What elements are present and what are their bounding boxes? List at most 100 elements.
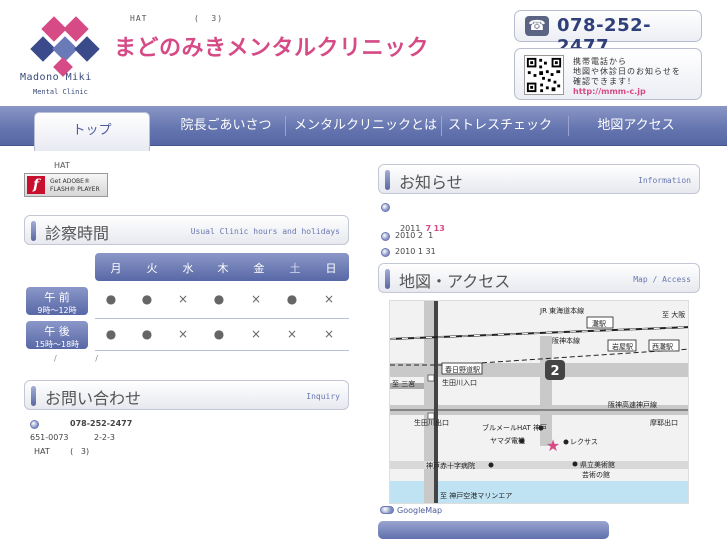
- clinic-star-icon: ★: [546, 436, 560, 455]
- mark-pm-fri: ×: [250, 327, 262, 341]
- day-tue: 火: [146, 262, 158, 275]
- news-date-day: 13: [433, 224, 445, 233]
- flash-text-2: FLASH® PLAYER: [50, 186, 100, 193]
- map-redcross: 神戸赤十字病院: [426, 461, 475, 470]
- map-route-2: 2: [550, 364, 559, 379]
- mobile-url-link[interactable]: http://mmm-c.jp: [573, 87, 646, 96]
- day-sun: 日: [325, 262, 337, 275]
- table-divider: [95, 350, 349, 351]
- qr-code-icon: [524, 55, 564, 95]
- map-museum-1: 県立美術館: [580, 460, 615, 469]
- day-thu: 木: [217, 262, 229, 275]
- mark-pm-wed: ×: [177, 327, 189, 341]
- bullet-icon: [381, 232, 390, 241]
- access-title-en: Map / Access: [633, 275, 691, 284]
- google-map-icon: [380, 506, 394, 514]
- bullet-icon: [381, 203, 390, 212]
- map-expressway: 阪神高速神戸線: [608, 400, 657, 409]
- news-item-2[interactable]: 2010 2 1: [395, 231, 433, 240]
- map-nishinada-station: 西灘駅: [652, 342, 673, 351]
- header-tagline: HAT ( 3): [130, 14, 224, 23]
- map-maya-exit: 摩耶出口: [650, 418, 678, 427]
- day-wed: 水: [182, 262, 194, 275]
- mark-pm-sat: ×: [286, 327, 298, 341]
- logo-name: Madono Miki: [20, 72, 92, 83]
- map-hanshin-line: 阪神本線: [552, 336, 580, 345]
- get-flash-player-badge[interactable]: f Get ADOBE® FLASH® PLAYER: [24, 173, 108, 197]
- access-map[interactable]: 2 灘駅 岩屋駅 西灘駅 春日野道駅 JR 東海道本線 至 大阪 阪神本線 至 …: [389, 300, 689, 504]
- hours-heading: 診察時間 Usual Clinic hours and holidays: [24, 215, 349, 245]
- hat-note: HAT: [54, 161, 70, 170]
- main-nav: トップ 院長ごあいさつ メンタルクリニックとは ストレスチェック 地図アクセス: [0, 106, 727, 151]
- map-bldg: ブルメールHAT 神戸: [482, 423, 547, 432]
- day-sat: 土: [289, 262, 301, 275]
- morning-time: 9時〜12時: [37, 306, 77, 315]
- day-fri: 金: [253, 262, 265, 275]
- mark-am-wed: ×: [177, 292, 189, 306]
- hours-title: 診察時間: [45, 224, 110, 243]
- table-divider: [95, 318, 349, 319]
- nav-about-clinic[interactable]: メンタルクリニックとは: [294, 106, 437, 146]
- map-to-airport: 至 神戸空港マリンエア: [440, 491, 512, 500]
- morning-title: 午 前: [44, 291, 70, 304]
- google-map-link[interactable]: GoogleMap: [397, 506, 442, 515]
- map-to-sannomiya: 至 三宮: [392, 379, 415, 388]
- map-kasuganomichi-station: 春日野道駅: [445, 365, 480, 374]
- access-title: 地図・アクセス: [399, 272, 511, 291]
- contact-phone: 078-252-2477: [70, 419, 133, 428]
- map-ikutagawa-deguchi: 生田川出口: [414, 418, 449, 427]
- news-title-en: Information: [638, 176, 691, 185]
- map-lexus: レクサス: [570, 438, 598, 446]
- flash-text-1: Get ADOBE®: [50, 178, 90, 185]
- mark-am-mon: ●: [105, 292, 117, 306]
- map-to-osaka: 至 大阪: [662, 310, 685, 319]
- nav-top[interactable]: トップ: [34, 112, 150, 151]
- phone-banner: ☎ 078-252-2477: [514, 10, 702, 57]
- heading-marker-icon: [31, 386, 36, 406]
- bullet-icon: [30, 420, 39, 429]
- logo-diamond-navy-right: [74, 36, 100, 62]
- clinic-logo[interactable]: [18, 14, 108, 98]
- afternoon-title: 午 後: [44, 325, 70, 338]
- access-heading: 地図・アクセス Map / Access: [378, 263, 700, 293]
- contact-title-en: Inquiry: [306, 392, 340, 401]
- site-title[interactable]: まどのみきメンタルクリニック: [114, 30, 429, 62]
- mark-pm-mon: ●: [105, 327, 117, 341]
- day-mon: 月: [110, 262, 122, 275]
- map-nada-station: 灘駅: [592, 319, 606, 328]
- map-graphic: 2 灘駅 岩屋駅 西灘駅 春日野道駅 JR 東海道本線 至 大阪 阪神本線 至 …: [390, 301, 688, 503]
- mark-pm-thu: ●: [213, 327, 225, 341]
- morning-label: 午 前 9時〜12時: [26, 287, 88, 315]
- contact-address-2: HAT ( 3): [34, 447, 90, 456]
- nav-separator: [285, 116, 286, 136]
- map-iwaya-station: 岩屋駅: [612, 342, 633, 351]
- nav-separator: [568, 116, 569, 136]
- news-heading: お知らせ Information: [378, 164, 700, 194]
- nav-map-access[interactable]: 地図アクセス: [584, 106, 688, 146]
- contact-title: お問い合わせ: [45, 389, 142, 408]
- afternoon-time: 15時〜18時: [34, 340, 80, 349]
- map-museum-2: 芸術の館: [582, 470, 610, 479]
- flash-icon: f: [27, 176, 45, 194]
- mark-am-fri: ×: [250, 292, 262, 306]
- nav-greeting[interactable]: 院長ごあいさつ: [176, 106, 276, 146]
- heading-marker-icon: [31, 221, 36, 241]
- afternoon-label: 午 後 15時〜18時: [26, 321, 88, 349]
- nav-stress-check[interactable]: ストレスチェック: [446, 106, 554, 146]
- mobile-qr-banner[interactable]: 携帯電話から 地図や休診日のお知らせを 確認できます！ http://mmm-c…: [514, 48, 702, 100]
- bottom-action-bar[interactable]: [378, 521, 609, 539]
- telephone-icon: ☎: [525, 16, 549, 36]
- contact-address-1: 651-0073 2-2-3: [30, 433, 115, 442]
- hours-title-en: Usual Clinic hours and holidays: [190, 227, 340, 236]
- bullet-icon: [381, 248, 390, 257]
- heading-marker-icon: [385, 269, 390, 289]
- mark-am-sat: ●: [286, 292, 298, 306]
- news-item-3[interactable]: 2010 1 31: [395, 247, 436, 256]
- news-title: お知らせ: [399, 173, 463, 192]
- mark-am-thu: ●: [213, 292, 225, 306]
- mark-pm-tue: ●: [141, 327, 153, 341]
- qr-text-line-3: 確認できます！: [573, 77, 636, 86]
- mark-am-sun: ×: [323, 292, 335, 306]
- hours-note: / /: [54, 354, 116, 363]
- nav-separator: [441, 116, 442, 136]
